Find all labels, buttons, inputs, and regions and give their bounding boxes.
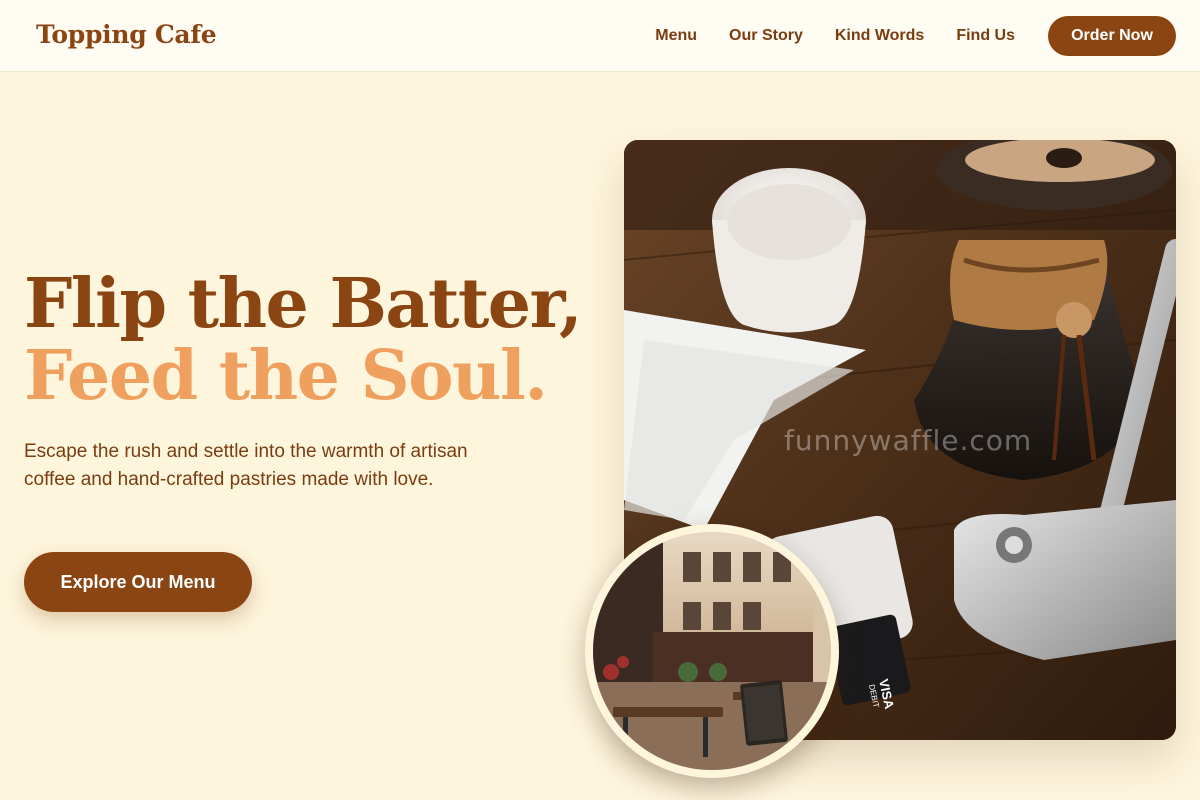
brand-logo[interactable]: Topping Cafe: [36, 20, 217, 49]
cafe-exterior-thumbnail: [585, 524, 839, 778]
nav-link-find-us[interactable]: Find Us: [956, 27, 1015, 45]
top-navbar: Topping Cafe Menu Our Story Kind Words F…: [0, 0, 1200, 72]
hero-headline: Flip the Batter, Feed the Soul.: [24, 264, 583, 416]
nav-link-kind-words[interactable]: Kind Words: [835, 27, 924, 45]
explore-menu-button[interactable]: Explore Our Menu: [24, 552, 252, 612]
headline-line-2: Feed the Soul.: [24, 336, 548, 416]
street-cafe-illustration: [593, 532, 831, 770]
order-now-button[interactable]: Order Now: [1048, 16, 1176, 56]
watermark-text: funnywaffle.com: [784, 424, 1033, 457]
headline-line-1: Flip the Batter,: [24, 264, 583, 344]
nav-link-our-story[interactable]: Our Story: [729, 27, 803, 45]
nav-links: Menu Our Story Kind Words Find Us Order …: [655, 16, 1176, 56]
hero-subtitle: Escape the rush and settle into the warm…: [24, 441, 468, 490]
nav-link-menu[interactable]: Menu: [655, 27, 697, 45]
